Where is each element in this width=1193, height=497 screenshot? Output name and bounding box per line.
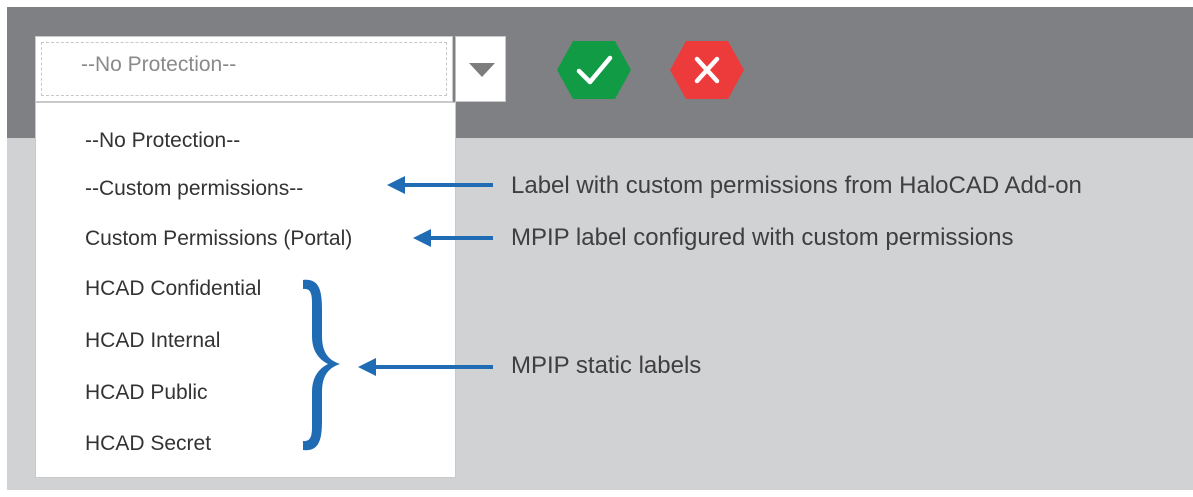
dropdown-option-hcad-internal[interactable]: HCAD Internal (85, 329, 220, 353)
dropdown-option-hcad-public[interactable]: HCAD Public (85, 381, 208, 405)
dropdown-list: --No Protection-- --Custom permissions--… (35, 102, 456, 478)
dropdown-option-hcad-secret[interactable]: HCAD Secret (85, 432, 211, 456)
dropdown-option-no-protection[interactable]: --No Protection-- (85, 129, 240, 153)
protection-select[interactable]: --No Protection-- (35, 36, 453, 102)
dropdown-option-custom-permissions[interactable]: --Custom permissions-- (85, 177, 303, 201)
dropdown-option-custom-permissions-portal[interactable]: Custom Permissions (Portal) (85, 227, 352, 251)
annotation-mpip-custom: MPIP label configured with custom permis… (511, 224, 1014, 251)
annotation-custom-label: Label with custom permissions from HaloC… (511, 172, 1082, 199)
dropdown-option-hcad-confidential[interactable]: HCAD Confidential (85, 277, 261, 301)
chevron-down-icon (469, 63, 495, 77)
screenshot-frame: --No Protection-- --No Protection-- --Cu… (0, 0, 1193, 497)
confirm-button[interactable] (556, 38, 632, 102)
check-icon (557, 41, 631, 99)
select-current-value: --No Protection-- (81, 53, 237, 76)
close-icon (670, 41, 744, 99)
annotation-mpip-static: MPIP static labels (511, 352, 702, 379)
select-toggle-button[interactable] (455, 36, 506, 102)
cancel-button[interactable] (669, 38, 745, 102)
